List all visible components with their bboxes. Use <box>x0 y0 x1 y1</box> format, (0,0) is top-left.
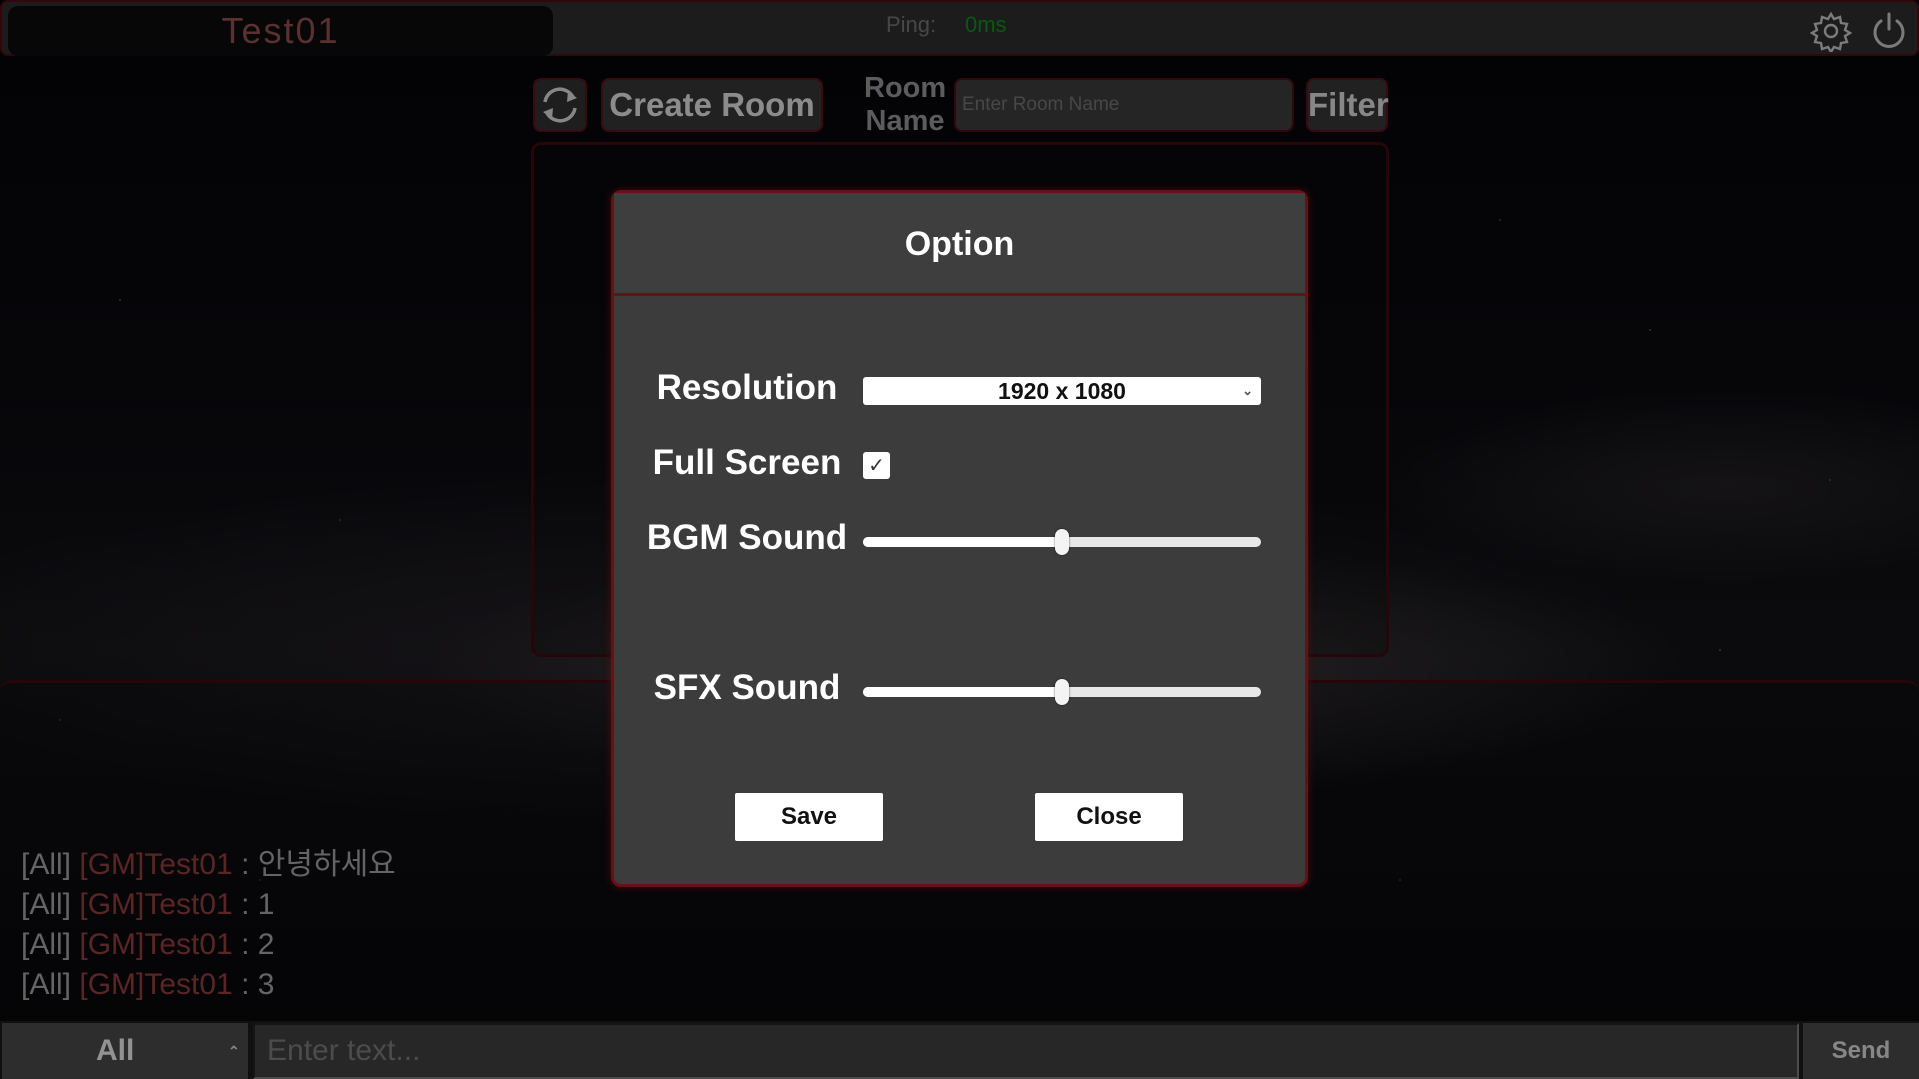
slider-fill <box>863 537 1062 547</box>
resolution-label: Resolution <box>656 368 838 407</box>
fullscreen-label: Full Screen <box>652 443 842 482</box>
close-button[interactable]: Close <box>1035 793 1183 841</box>
slider-fill <box>863 687 1062 697</box>
dialog-header: Option <box>614 193 1305 296</box>
save-button[interactable]: Save <box>735 793 883 841</box>
resolution-value: 1920 x 1080 <box>998 378 1126 404</box>
chevron-down-icon: ⌄ <box>1242 383 1253 398</box>
slider-handle[interactable] <box>1055 529 1069 555</box>
slider-handle[interactable] <box>1055 679 1069 705</box>
dialog-title: Option <box>904 225 1015 263</box>
bgm-volume-slider[interactable] <box>863 529 1261 555</box>
fullscreen-checkbox[interactable]: ✓ <box>863 452 890 479</box>
sfx-sound-label: SFX Sound <box>653 668 841 707</box>
bgm-sound-label: BGM Sound <box>646 518 848 557</box>
sfx-volume-slider[interactable] <box>863 679 1261 705</box>
checkmark-icon: ✓ <box>868 453 885 477</box>
resolution-select[interactable]: 1920 x 1080 ⌄ <box>863 377 1261 405</box>
options-dialog: Option Resolution 1920 x 1080 ⌄ Full Scr… <box>611 190 1308 887</box>
